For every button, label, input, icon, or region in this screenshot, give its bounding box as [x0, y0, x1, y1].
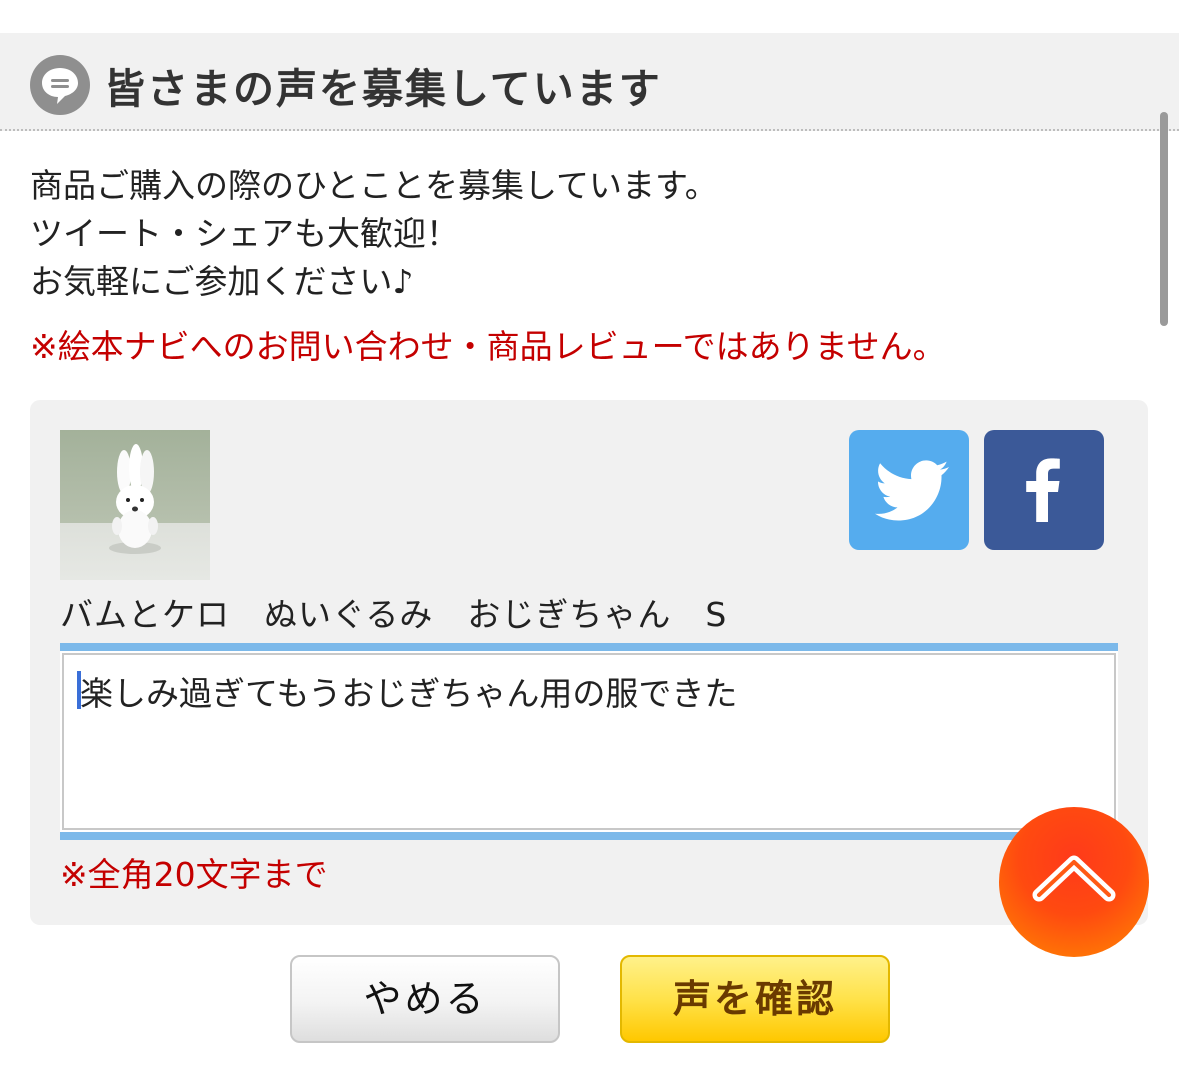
- character-limit-note: ※全角20文字まで: [60, 855, 328, 894]
- twitter-share-button[interactable]: [849, 430, 969, 550]
- page-title: 皆さまの声を募集しています: [104, 65, 662, 113]
- section-header: 皆さまの声を募集しています: [0, 33, 1179, 131]
- facebook-share-button[interactable]: [984, 430, 1104, 550]
- intro-text: 商品ご購入の際のひとことを募集しています。 ツイート・シェアも大歓迎！ お気軽に…: [30, 162, 718, 306]
- scroll-to-top-button[interactable]: [999, 807, 1149, 957]
- product-thumbnail: [60, 430, 210, 580]
- voice-form-card: バムとケロ ぬいぐるみ おじぎちゃん S 楽しみ過ぎてもうおじぎちゃん用の服でき…: [30, 400, 1148, 925]
- notice-text: ※絵本ナビへのお問い合わせ・商品レビューではありません。: [30, 327, 946, 366]
- confirm-voice-button[interactable]: 声を確認: [620, 955, 890, 1043]
- comment-value: 楽しみ過ぎてもうおじぎちゃん用の服できた: [80, 674, 738, 713]
- chevron-up-icon: [1032, 855, 1116, 902]
- intro-line: お気軽にご参加ください♪: [30, 262, 414, 301]
- intro-line: 商品ご購入の際のひとことを募集しています。: [30, 166, 718, 205]
- voice-submission-page: 皆さまの声を募集しています 商品ご購入の際のひとことを募集しています。 ツイート…: [0, 0, 1179, 1085]
- speech-bubble-icon: [30, 55, 90, 115]
- scrollbar[interactable]: [1160, 112, 1168, 326]
- comment-field-frame: 楽しみ過ぎてもうおじぎちゃん用の服できた: [60, 643, 1118, 840]
- comment-textarea[interactable]: 楽しみ過ぎてもうおじぎちゃん用の服できた: [62, 653, 1116, 830]
- cancel-button[interactable]: やめる: [290, 955, 560, 1043]
- twitter-icon: [875, 460, 949, 521]
- facebook-icon: [1026, 458, 1060, 522]
- intro-line: ツイート・シェアも大歓迎！: [30, 214, 459, 253]
- product-name: バムとケロ ぬいぐるみ おじぎちゃん S: [60, 595, 728, 634]
